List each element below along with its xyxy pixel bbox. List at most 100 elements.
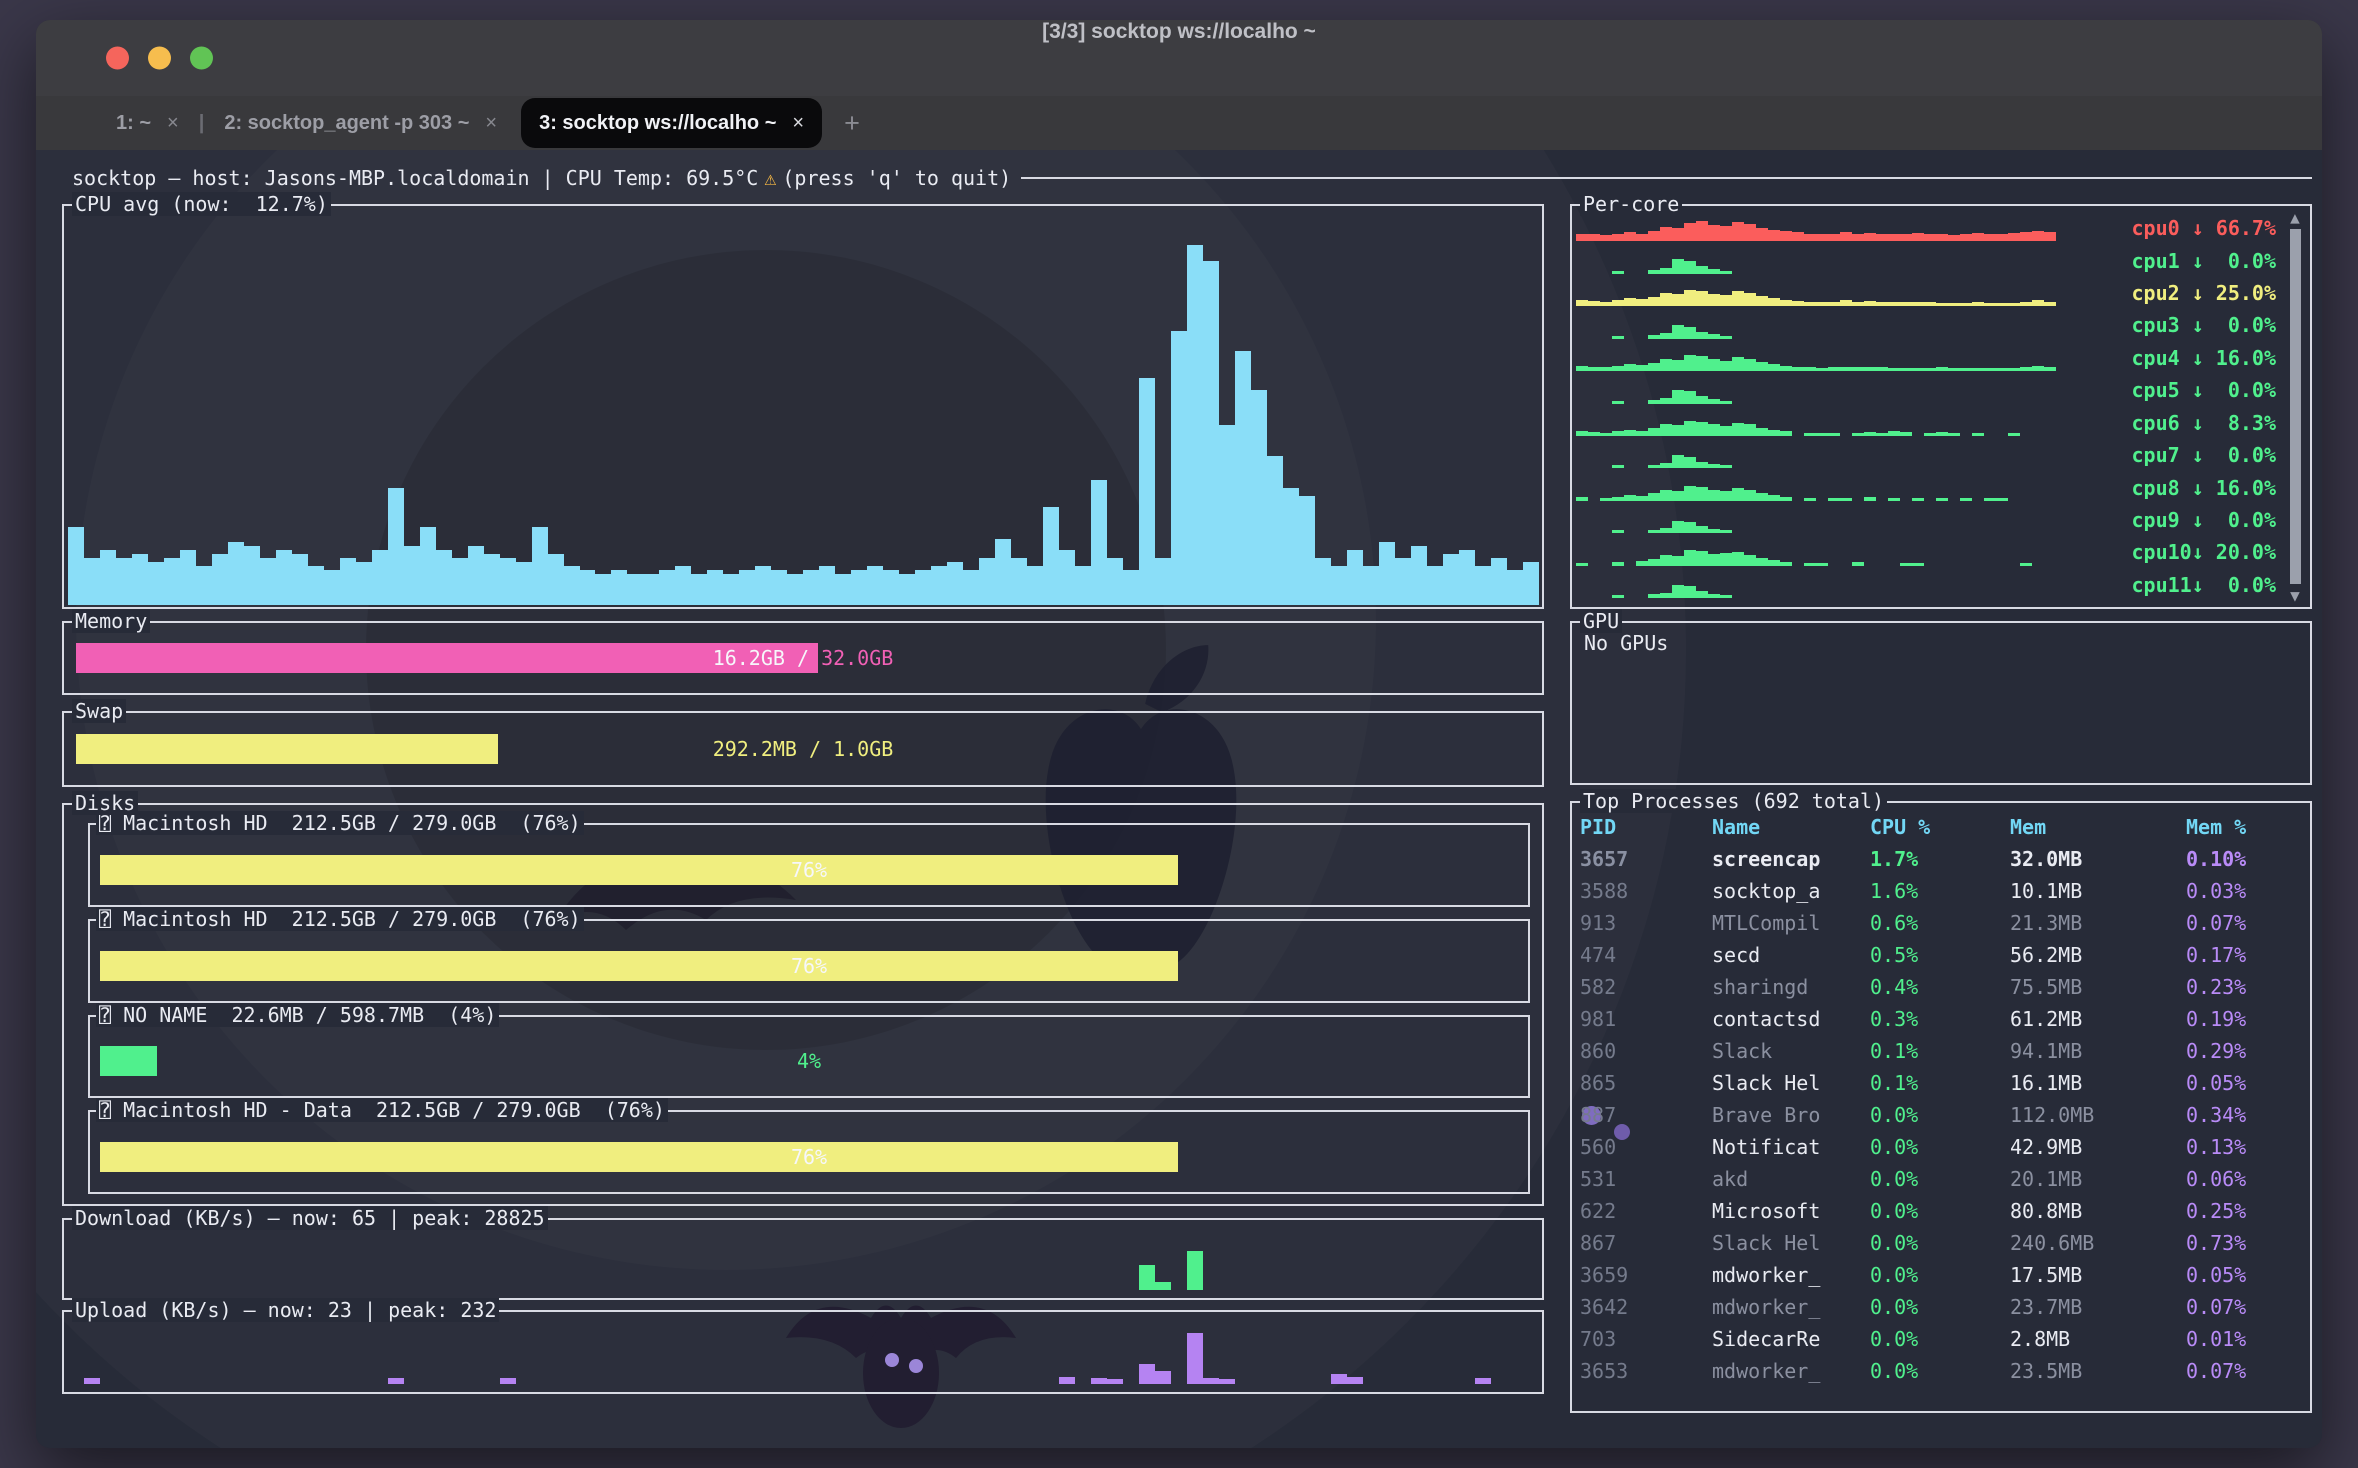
cpu-avg-panel: CPU avg (now: 12.7%) [62,204,1544,609]
disk-sub-panel: ⍰ Macintosh HD 212.5GB / 279.0GB (76%) 7… [88,823,1530,907]
process-cpu-percent: 0.0% [1870,1099,2010,1131]
process-row[interactable]: 860 Slack 0.1% 94.1MB 0.29% [1580,1035,2302,1067]
window-titlebar[interactable]: [3/3] socktop ws://localho ~ [36,20,2322,96]
process-cpu-percent: 0.0% [1870,1323,2010,1355]
per-core-scrollbar[interactable]: ▲ ▼ [2285,208,2305,605]
process-row[interactable]: 582 sharingd 0.4% 75.5MB 0.23% [1580,971,2302,1003]
scrollbar-track[interactable] [2290,229,2301,584]
quit-hint-text: (press 'q' to quit) [782,166,1011,190]
process-cpu-percent: 1.6% [1870,875,2010,907]
process-row[interactable]: 703 SidecarRe 0.0% 2.8MB 0.01% [1580,1323,2302,1355]
process-cpu-percent: 0.0% [1870,1195,2010,1227]
column-header-memp: Mem % [2186,811,2302,843]
process-mem: 240.6MB [2010,1227,2186,1259]
process-mem: 80.8MB [2010,1195,2186,1227]
per-core-row: cpu5 ↓ 0.0% [1576,374,2276,406]
process-name: mdworker_ [1712,1355,1870,1387]
process-mem: 16.1MB [2010,1067,2186,1099]
process-row[interactable]: 865 Slack Hel 0.1% 16.1MB 0.05% [1580,1067,2302,1099]
core-usage-sparkline [1576,247,2056,273]
process-row[interactable]: 3642 mdworker_ 0.0% 23.7MB 0.07% [1580,1291,2302,1323]
process-name: contactsd [1712,1003,1870,1035]
process-row[interactable]: 887 Brave Bro 0.0% 112.0MB 0.34% [1580,1099,2302,1131]
process-name: secd [1712,939,1870,971]
process-mem: 21.3MB [2010,907,2186,939]
new-tab-button[interactable]: + [828,108,876,139]
disk-usage-gauge: 4% [100,1046,1518,1076]
core-usage-sparkline [1576,539,2056,565]
swap-gauge: 292.2MB / 1.0GB [76,734,1530,764]
disk-title: ⍰ NO NAME 22.6MB / 598.7MB (4%) [96,1003,499,1027]
scroll-down-icon[interactable]: ▼ [2290,586,2300,605]
core-usage-sparkline [1576,377,2056,403]
disk-usage-gauge-label: 76% [100,951,1518,981]
process-name: Brave Bro [1712,1099,1870,1131]
process-mem-percent: 0.17% [2186,939,2302,971]
process-mem-percent: 0.05% [2186,1067,2302,1099]
core-usage-label: cpu11↓ 0.0% [2132,573,2277,597]
process-row[interactable]: 474 secd 0.5% 56.2MB 0.17% [1580,939,2302,971]
disk-sub-panel: ⍰ NO NAME 22.6MB / 598.7MB (4%) 4% [88,1015,1530,1099]
process-name: socktop_a [1712,875,1870,907]
process-row[interactable]: 981 contactsd 0.3% 61.2MB 0.19% [1580,1003,2302,1035]
process-row[interactable]: 867 Slack Hel 0.0% 240.6MB 0.73% [1580,1227,2302,1259]
disk-usage-gauge: 76% [100,1142,1518,1172]
process-name: akd [1712,1163,1870,1195]
core-usage-sparkline [1576,474,2056,500]
tab-3-active[interactable]: 3: socktop ws://localho ~ × [521,98,822,148]
process-name: SidecarRe [1712,1323,1870,1355]
tab-1-close-icon[interactable]: × [167,112,179,135]
per-core-row: cpu3 ↓ 0.0% [1576,309,2276,341]
tab-2-close-icon[interactable]: × [485,112,497,135]
process-row[interactable]: 913 MTLCompil 0.6% 21.3MB 0.07% [1580,907,2302,939]
process-pid: 3657 [1580,843,1712,875]
core-usage-sparkline [1576,215,2056,241]
tab-3-label: 3: socktop ws://localho ~ [539,112,776,135]
process-row[interactable]: 3659 mdworker_ 0.0% 17.5MB 0.05% [1580,1259,2302,1291]
tab-1[interactable]: 1: ~ × [98,96,197,150]
zoom-window-button[interactable] [190,47,213,70]
process-row[interactable]: 3657 screencap 1.7% 32.0MB 0.10% [1580,843,2302,875]
disk-usage-gauge-label: 4% [100,1046,1518,1076]
status-line-rule [1021,177,2312,179]
download-panel: Download (KB/s) — now: 65 | peak: 28825 [62,1218,1544,1300]
process-mem-percent: 0.10% [2186,843,2302,875]
minimize-window-button[interactable] [148,47,171,70]
process-row[interactable]: 531 akd 0.0% 20.1MB 0.06% [1580,1163,2302,1195]
core-usage-sparkline [1576,410,2056,436]
process-row[interactable]: 560 Notificat 0.0% 42.9MB 0.13% [1580,1131,2302,1163]
process-mem-percent: 0.07% [2186,1355,2302,1387]
memory-used-value: 16.2GB / [713,646,821,670]
process-pid: 3653 [1580,1355,1712,1387]
process-mem: 20.1MB [2010,1163,2186,1195]
process-cpu-percent: 0.1% [1870,1067,2010,1099]
process-mem: 32.0MB [2010,843,2186,875]
disk-list: ⍰ Macintosh HD 212.5GB / 279.0GB (76%) 7… [88,823,1530,1194]
process-row[interactable]: 622 Microsoft 0.0% 80.8MB 0.25% [1580,1195,2302,1227]
process-pid: 560 [1580,1131,1712,1163]
column-header-pid: PID [1580,811,1712,843]
process-pid: 582 [1580,971,1712,1003]
per-core-row: cpu4 ↓ 16.0% [1576,342,2276,374]
core-usage-label: cpu8 ↓ 16.0% [2132,476,2277,500]
core-usage-label: cpu3 ↓ 0.0% [2132,313,2277,337]
tab-3-close-icon[interactable]: × [792,112,804,135]
traffic-lights [106,47,213,70]
process-row[interactable]: 3653 mdworker_ 0.0% 23.5MB 0.07% [1580,1355,2302,1387]
process-mem: 42.9MB [2010,1131,2186,1163]
process-mem-percent: 0.13% [2186,1131,2302,1163]
process-mem-percent: 0.07% [2186,1291,2302,1323]
tab-2[interactable]: 2: socktop_agent -p 303 ~ × [206,96,515,150]
process-cpu-percent: 0.3% [1870,1003,2010,1035]
column-header-name: Name [1712,811,1870,843]
process-row[interactable]: 3588 socktop_a 1.6% 10.1MB 0.03% [1580,875,2302,907]
close-window-button[interactable] [106,47,129,70]
process-cpu-percent: 0.0% [1870,1355,2010,1387]
memory-panel-title: Memory [72,609,150,633]
process-pid: 913 [1580,907,1712,939]
core-usage-label: cpu10↓ 20.0% [2132,540,2277,564]
download-panel-title: Download (KB/s) — now: 65 | peak: 28825 [72,1206,548,1230]
scroll-up-icon[interactable]: ▲ [2290,208,2300,227]
process-mem: 23.5MB [2010,1355,2186,1387]
terminal-window: [3/3] socktop ws://localho ~ 1: ~ × | 2:… [36,20,2322,1448]
